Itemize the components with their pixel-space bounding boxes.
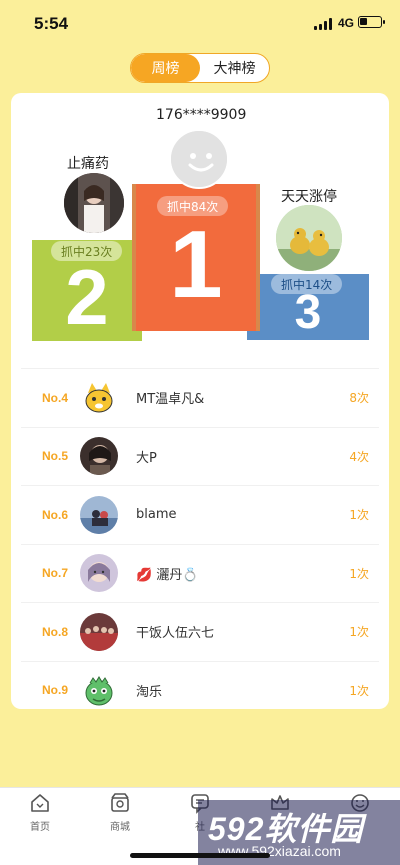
first-place-avatar[interactable] xyxy=(169,129,229,189)
third-place-avatar[interactable] xyxy=(276,205,342,271)
user-avatar xyxy=(80,437,118,476)
ranking-list: No.4 MT温卓凡& 8次 No.5 大P 4次 No.6 blame 1次 … xyxy=(21,368,379,709)
third-count-badge: 抓中14次 xyxy=(271,274,343,294)
user-name: 💋 灑丹💍 xyxy=(136,567,199,583)
status-time: 5:54 xyxy=(34,14,69,33)
user-name: 淘乐 xyxy=(136,684,163,700)
catch-count: 4次 xyxy=(349,449,369,464)
rank-position: No.4 xyxy=(42,390,69,405)
nav-shop-label: 商城 xyxy=(110,822,130,833)
network-label: 4G xyxy=(338,16,355,30)
second-place-name: 止痛药 xyxy=(67,156,109,172)
default-smile-avatar-icon xyxy=(171,131,227,187)
catch-count: 1次 xyxy=(349,508,369,523)
list-item[interactable]: No.4 MT温卓凡& 8次 xyxy=(21,368,379,427)
battery-icon xyxy=(358,16,385,28)
second-place-avatar[interactable] xyxy=(64,173,124,233)
first-count-badge: 抓中84次 xyxy=(157,196,229,216)
photo-avatar-icon xyxy=(80,495,118,534)
photo-avatar-icon xyxy=(80,437,118,476)
signal-icon xyxy=(314,18,334,30)
user-avatar xyxy=(80,612,118,651)
rank-position: No.6 xyxy=(42,507,69,522)
user-avatar xyxy=(80,495,118,534)
list-item[interactable]: No.7 💋 灑丹💍 1次 xyxy=(21,543,379,603)
shop-icon xyxy=(111,793,129,812)
list-item[interactable]: No.9 淘乐 1次 xyxy=(21,660,379,709)
nav-shop[interactable]: 商城 xyxy=(80,792,160,833)
user-avatar xyxy=(80,671,118,709)
rank-position: No.9 xyxy=(42,683,69,698)
catch-count: 8次 xyxy=(349,391,369,406)
user-name: 干饭人伍六七 xyxy=(136,626,215,642)
home-icon xyxy=(31,794,49,812)
ducks-avatar-icon xyxy=(276,205,342,271)
second-count-badge: 抓中23次 xyxy=(51,241,123,261)
photo-avatar-icon xyxy=(80,554,118,593)
catch-count: 1次 xyxy=(349,566,369,581)
photo-avatar-icon xyxy=(80,612,118,651)
podium: 2 3 1 抓中23次 抓中84次 抓中14次 176****9909 止痛药 … xyxy=(11,93,389,363)
list-item[interactable]: No.6 blame 1次 xyxy=(21,485,379,544)
nav-home-label: 首页 xyxy=(30,822,50,833)
rank-position: No.5 xyxy=(42,449,69,464)
list-item[interactable]: No.5 大P 4次 xyxy=(21,426,379,486)
status-bar: 5:54 4G xyxy=(0,0,400,46)
user-avatar xyxy=(80,554,118,593)
user-name: MT温卓凡& xyxy=(136,392,205,408)
catch-count: 1次 xyxy=(349,683,369,698)
user-name: blame xyxy=(136,507,177,523)
leaderboard-card: 2 3 1 抓中23次 抓中84次 抓中14次 176****9909 止痛药 … xyxy=(11,93,389,709)
catch-count: 1次 xyxy=(349,625,369,640)
tab-masters[interactable]: 大神榜 xyxy=(200,54,269,82)
tab-weekly[interactable]: 周榜 xyxy=(131,54,200,82)
user-name: 大P xyxy=(136,450,157,466)
ranking-period-toggle: 周榜 大神榜 xyxy=(130,53,270,83)
cartoon-cat-avatar-icon xyxy=(80,378,118,417)
photo-avatar-icon xyxy=(64,173,124,233)
nav-home[interactable]: 首页 xyxy=(0,792,80,833)
user-avatar xyxy=(80,378,118,417)
rank-position: No.7 xyxy=(42,566,69,581)
first-place-name: 176****9909 xyxy=(156,107,247,123)
cartoon-dino-avatar-icon xyxy=(80,671,118,709)
rank-position: No.8 xyxy=(42,624,69,639)
list-item[interactable]: No.8 干饭人伍六七 1次 xyxy=(21,602,379,661)
home-indicator xyxy=(130,853,270,858)
third-place-name: 天天涨停 xyxy=(281,189,337,205)
